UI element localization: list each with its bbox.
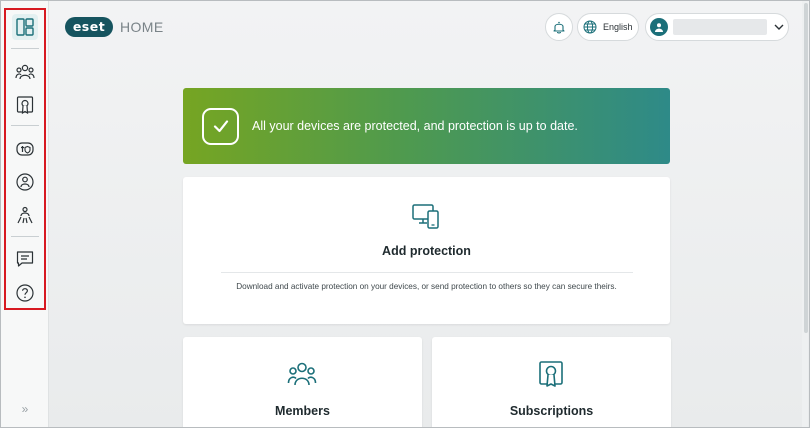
- add-protection-title: Add protection: [382, 244, 471, 258]
- eset-logo: eset: [65, 16, 113, 37]
- language-selector[interactable]: English: [577, 13, 639, 41]
- product-name: HOME: [120, 18, 164, 35]
- eset-home-logo[interactable]: eset HOME: [65, 16, 164, 37]
- sidebar-item-dashboard[interactable]: [12, 14, 38, 40]
- family-icon: [17, 206, 33, 224]
- account-menu[interactable]: [645, 13, 789, 41]
- members-card[interactable]: Members: [183, 337, 422, 427]
- people-icon: [15, 64, 35, 80]
- sidebar: »: [1, 1, 49, 427]
- user-shield-icon: [16, 173, 34, 191]
- help-icon: [16, 284, 34, 302]
- user-name-redacted: [673, 19, 767, 35]
- add-protection-card[interactable]: Add protection Download and activate pro…: [183, 177, 670, 324]
- app-window: » eset HOME English All your devices are…: [0, 0, 810, 428]
- sidebar-item-members[interactable]: [12, 59, 38, 85]
- sidebar-divider: [11, 48, 39, 49]
- language-label: English: [603, 22, 633, 32]
- sidebar-item-help[interactable]: [12, 280, 38, 306]
- sidebar-divider: [11, 236, 39, 237]
- sidebar-divider: [11, 125, 39, 126]
- subscriptions-card[interactable]: Subscriptions: [432, 337, 671, 427]
- bell-icon: [553, 21, 565, 34]
- subscriptions-icon: [539, 361, 563, 387]
- status-message: All your devices are protected, and prot…: [252, 119, 578, 133]
- chat-icon: [16, 251, 34, 267]
- check-icon: [202, 107, 239, 145]
- members-icon: [287, 362, 317, 386]
- scrollbar-thumb[interactable]: [804, 3, 808, 333]
- certificate-icon: [16, 96, 34, 115]
- avatar: [650, 18, 668, 36]
- device-shield-icon: [16, 142, 34, 156]
- user-icon: [655, 23, 663, 32]
- sidebar-item-subscriptions[interactable]: [12, 92, 38, 118]
- add-protection-description: Download and activate protection on your…: [236, 282, 617, 291]
- notifications-button[interactable]: [545, 13, 573, 41]
- globe-icon: [583, 20, 597, 34]
- sidebar-item-identity[interactable]: [12, 169, 38, 195]
- protection-status-banner: All your devices are protected, and prot…: [183, 88, 670, 164]
- devices-icon: [412, 204, 439, 229]
- dashboard-icon: [16, 18, 34, 36]
- subscriptions-title: Subscriptions: [509, 404, 594, 418]
- sidebar-item-feedback[interactable]: [12, 246, 38, 272]
- sidebar-item-devices[interactable]: [12, 136, 38, 162]
- sidebar-item-parental[interactable]: [12, 202, 38, 228]
- members-title: Members: [275, 404, 330, 418]
- card-divider: [221, 272, 633, 273]
- chevron-down-icon: [774, 24, 784, 30]
- sidebar-expand-button[interactable]: »: [17, 399, 33, 419]
